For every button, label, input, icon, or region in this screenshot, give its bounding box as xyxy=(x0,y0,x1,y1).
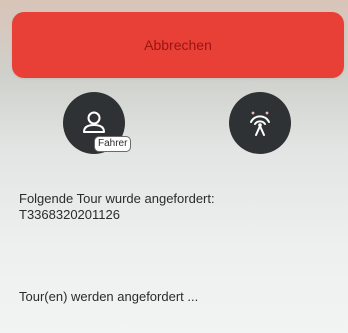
tower-button[interactable] xyxy=(229,92,291,154)
person-icon xyxy=(79,108,109,138)
cancel-button[interactable]: Abbrechen xyxy=(12,12,344,78)
tour-id-text: T3368320201126 xyxy=(19,207,120,222)
cancel-button-label: Abbrechen xyxy=(144,37,212,53)
driver-role-tag: Fahrer xyxy=(94,136,132,152)
requested-intro-text: Folgende Tour wurde angefordert: xyxy=(19,191,215,206)
radio-tower-icon xyxy=(245,108,275,138)
request-status-text: Tour(en) werden angefordert ... xyxy=(19,289,199,304)
tour-request-screen: Abbrechen Fahrer Folgende Tour wurde ang… xyxy=(0,0,348,333)
driver-role-label: Fahrer xyxy=(98,138,128,149)
